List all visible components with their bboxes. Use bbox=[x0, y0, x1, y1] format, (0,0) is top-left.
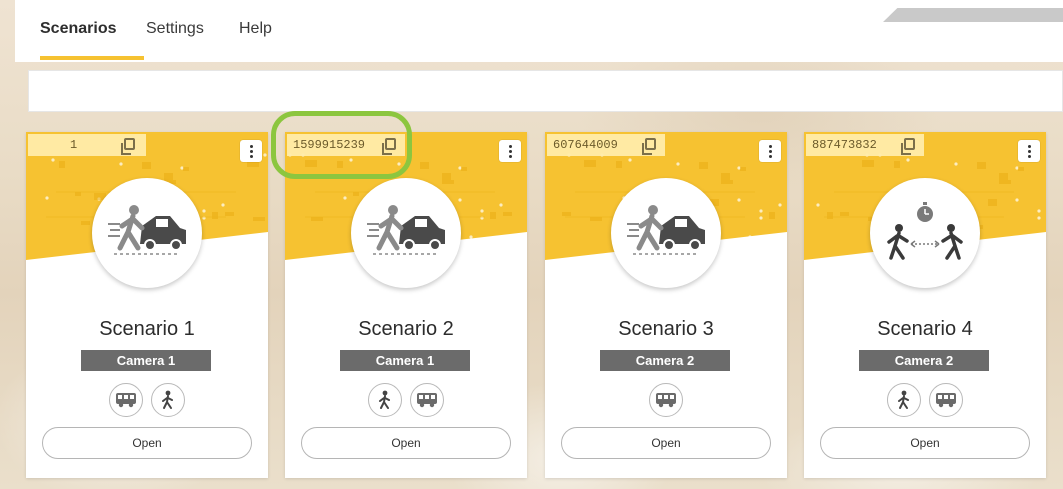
camera-badge: Camera 2 bbox=[859, 350, 989, 371]
social-distance-timer-icon bbox=[887, 202, 963, 260]
scenario-title: Scenario 1 bbox=[99, 318, 195, 340]
scenario-id-text: 1 bbox=[70, 138, 78, 152]
camera-badge: Camera 2 bbox=[600, 350, 730, 371]
bus-icon bbox=[116, 393, 136, 408]
top-navigation: Scenarios Settings Help bbox=[15, 0, 1063, 62]
tab-settings[interactable]: Settings bbox=[146, 20, 204, 38]
object-type-chips bbox=[26, 383, 268, 417]
scenario-id-text: 887473832 bbox=[812, 138, 877, 152]
header-decoration bbox=[883, 8, 1063, 22]
person-walking-icon bbox=[898, 390, 909, 409]
scenario-type-icon bbox=[351, 178, 461, 288]
bus-icon bbox=[417, 393, 437, 408]
tab-scenarios[interactable]: Scenarios bbox=[40, 20, 116, 38]
scenario-type-icon bbox=[870, 178, 980, 288]
intrusion-vehicle-icon bbox=[367, 205, 445, 255]
open-button[interactable]: Open bbox=[301, 427, 511, 459]
person-walking-icon bbox=[162, 390, 173, 409]
scenario-title: Scenario 3 bbox=[618, 318, 714, 340]
object-type-chips bbox=[285, 383, 527, 417]
scenario-id-text: 1599915239 bbox=[293, 138, 366, 152]
copy-icon[interactable] bbox=[382, 138, 396, 155]
scenario-card: 1 Scenario 1 Camera 1 Open bbox=[26, 132, 268, 478]
copy-icon[interactable] bbox=[901, 138, 915, 155]
more-options-button[interactable] bbox=[1018, 140, 1040, 162]
object-type-chip bbox=[410, 383, 444, 417]
intrusion-vehicle-icon bbox=[627, 205, 705, 255]
open-button[interactable]: Open bbox=[561, 427, 771, 459]
scenario-type-icon bbox=[611, 178, 721, 288]
more-options-button[interactable] bbox=[499, 140, 521, 162]
bus-icon bbox=[656, 393, 676, 408]
more-options-button[interactable] bbox=[759, 140, 781, 162]
open-button[interactable]: Open bbox=[820, 427, 1030, 459]
object-type-chips bbox=[804, 383, 1046, 417]
object-type-chip bbox=[109, 383, 143, 417]
object-type-chip bbox=[151, 383, 185, 417]
scenario-title: Scenario 2 bbox=[358, 318, 454, 340]
person-walking-icon bbox=[379, 390, 390, 409]
scenario-card: 887473832 Scenario 4 Camera 2 Open bbox=[804, 132, 1046, 478]
open-button[interactable]: Open bbox=[42, 427, 252, 459]
camera-badge: Camera 1 bbox=[81, 350, 211, 371]
scenario-card: 1599915239 Scenario 2 Camera 1 Open bbox=[285, 132, 527, 478]
object-type-chip bbox=[887, 383, 921, 417]
camera-badge: Camera 1 bbox=[340, 350, 470, 371]
copy-icon[interactable] bbox=[121, 138, 135, 155]
scenario-type-icon bbox=[92, 178, 202, 288]
scenario-card: 607644009 Scenario 3 Camera 2 Open bbox=[545, 132, 787, 478]
copy-icon[interactable] bbox=[642, 138, 656, 155]
tab-help[interactable]: Help bbox=[239, 20, 272, 38]
toolbar-area bbox=[28, 70, 1063, 112]
bus-icon bbox=[936, 393, 956, 408]
intrusion-vehicle-icon bbox=[108, 205, 186, 255]
object-type-chip bbox=[368, 383, 402, 417]
scenario-id-text: 607644009 bbox=[553, 138, 618, 152]
object-type-chips bbox=[545, 383, 787, 417]
more-options-button[interactable] bbox=[240, 140, 262, 162]
active-tab-indicator bbox=[40, 56, 144, 60]
object-type-chip bbox=[929, 383, 963, 417]
scenario-title: Scenario 4 bbox=[877, 318, 973, 340]
object-type-chip bbox=[649, 383, 683, 417]
